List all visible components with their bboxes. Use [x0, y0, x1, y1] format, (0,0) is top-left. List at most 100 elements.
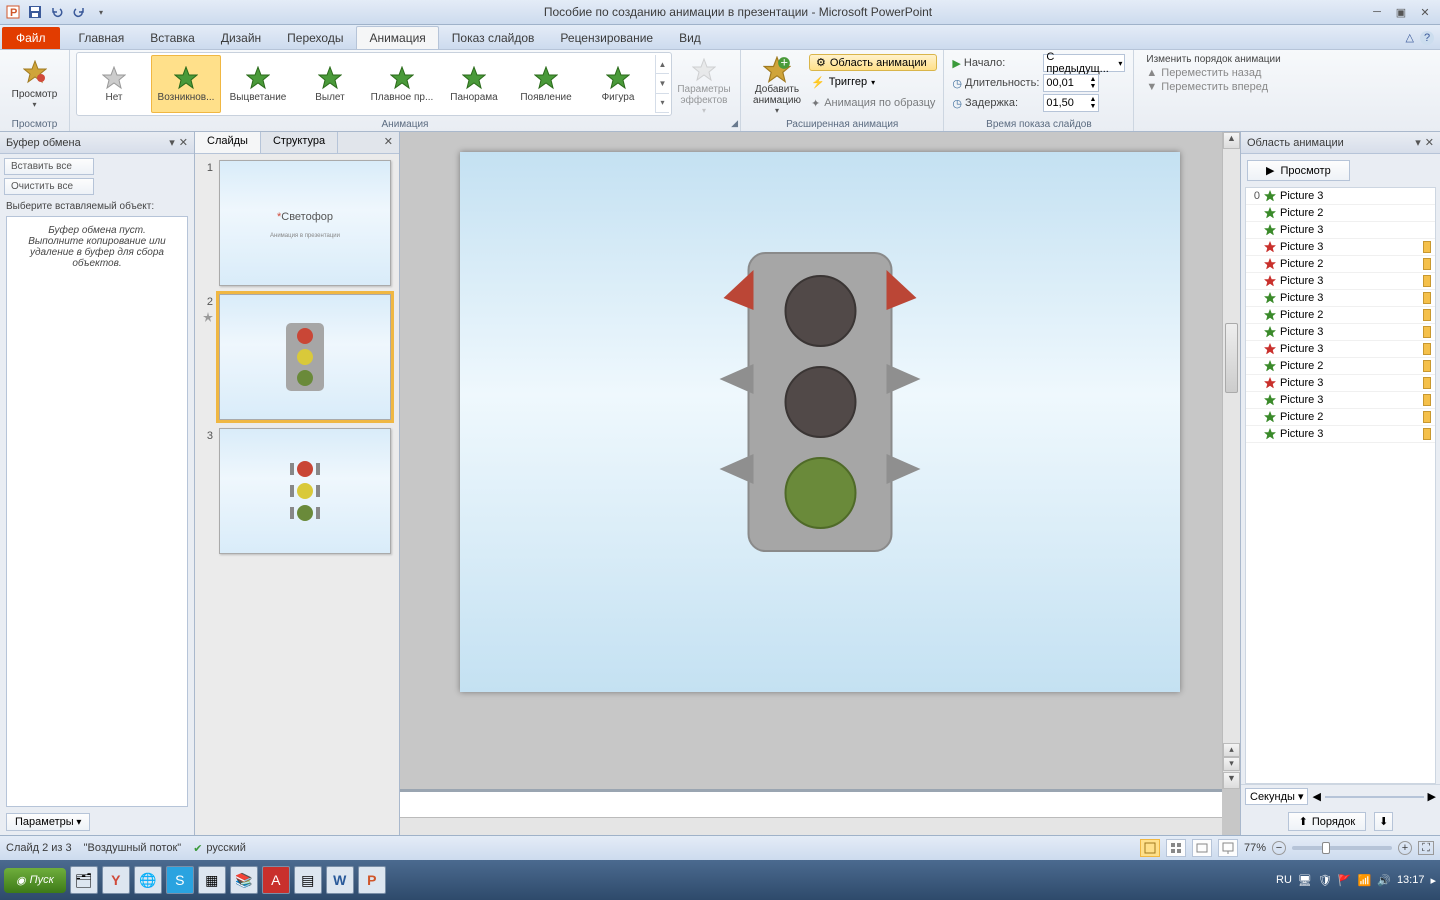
slide-panel-close-icon[interactable]: ✕: [378, 132, 399, 153]
reorder-down-button[interactable]: ⬇: [1374, 812, 1393, 831]
fit-window-icon[interactable]: ⛶: [1418, 841, 1434, 855]
zoom-slider[interactable]: [1292, 846, 1392, 850]
save-icon[interactable]: [26, 3, 44, 21]
normal-view-icon[interactable]: [1140, 839, 1160, 857]
task-chrome-icon[interactable]: 🌐: [134, 866, 162, 894]
animation-painter-button[interactable]: ✦Анимация по образцу: [809, 93, 937, 113]
animation-item[interactable]: Picture 3: [1246, 222, 1435, 239]
notes-pane[interactable]: [400, 789, 1222, 817]
tray-volume-icon[interactable]: 🔊: [1377, 874, 1391, 887]
timeline-right-icon[interactable]: ▶: [1428, 790, 1436, 803]
clear-all-button[interactable]: Очистить все: [4, 178, 94, 195]
tab-review[interactable]: Рецензирование: [547, 26, 666, 49]
pane-close-icon[interactable]: ✕: [179, 136, 188, 149]
app-icon[interactable]: P: [4, 3, 22, 21]
tab-home[interactable]: Главная: [66, 26, 138, 49]
effect-options-button[interactable]: Параметры эффектов ▾: [674, 52, 734, 116]
tray-icon[interactable]: ▸: [1430, 874, 1436, 887]
tab-transitions[interactable]: Переходы: [274, 26, 356, 49]
task-app-icon[interactable]: ▦: [198, 866, 226, 894]
task-acrobat-icon[interactable]: A: [262, 866, 290, 894]
tray-lang[interactable]: RU: [1276, 874, 1292, 886]
tray-icon[interactable]: 🛡: [1318, 874, 1332, 887]
gallery-appear[interactable]: Возникнов...: [151, 55, 221, 113]
task-app2-icon[interactable]: ▤: [294, 866, 322, 894]
slides-tab[interactable]: Слайды: [195, 132, 261, 153]
outline-tab[interactable]: Структура: [261, 132, 338, 153]
move-forward-button[interactable]: ▼Переместить вперед: [1146, 81, 1280, 93]
clipboard-options-button[interactable]: Параметры ▾: [6, 813, 90, 831]
tab-view[interactable]: Вид: [666, 26, 714, 49]
animation-item[interactable]: Picture 3: [1246, 290, 1435, 307]
zoom-knob[interactable]: [1322, 842, 1330, 854]
animation-item[interactable]: Picture 2: [1246, 409, 1435, 426]
gallery-split[interactable]: Панорама: [439, 55, 509, 113]
reorder-up-button[interactable]: ⬆Порядок: [1288, 812, 1367, 831]
gallery-none[interactable]: Нет: [79, 55, 149, 113]
task-word-icon[interactable]: W: [326, 866, 354, 894]
close-icon[interactable]: ✕: [1414, 4, 1436, 20]
move-back-button[interactable]: ▲Переместить назад: [1146, 67, 1280, 79]
timeline-left-icon[interactable]: ◀: [1312, 790, 1320, 803]
tab-insert[interactable]: Вставка: [137, 26, 208, 49]
undo-icon[interactable]: [48, 3, 66, 21]
gallery-floatin[interactable]: Плавное пр...: [367, 55, 437, 113]
preview-button[interactable]: Просмотр ▾: [6, 52, 63, 116]
minimize-ribbon-icon[interactable]: △: [1406, 31, 1414, 45]
add-animation-button[interactable]: + Добавить анимацию ▾: [747, 52, 807, 116]
gallery-flyin[interactable]: Вылет: [295, 55, 365, 113]
start-combo[interactable]: С предыдущ...▾: [1043, 54, 1125, 72]
animation-item[interactable]: Picture 2: [1246, 256, 1435, 273]
canvas-vscroll[interactable]: ▲ ▴ ▾ ▼: [1222, 132, 1240, 789]
zoom-out-icon[interactable]: −: [1272, 841, 1286, 855]
slide-canvas[interactable]: [460, 152, 1180, 692]
animation-item[interactable]: Picture 3: [1246, 426, 1435, 443]
delay-spinner[interactable]: 01,50▲▼: [1043, 94, 1099, 112]
tab-slideshow[interactable]: Показ слайдов: [439, 26, 548, 49]
reading-view-icon[interactable]: [1192, 839, 1212, 857]
tab-design[interactable]: Дизайн: [208, 26, 274, 49]
redo-icon[interactable]: [70, 3, 88, 21]
slide-thumbnail-3[interactable]: [219, 428, 391, 554]
task-skype-icon[interactable]: S: [166, 866, 194, 894]
minimize-icon[interactable]: ─: [1366, 4, 1388, 20]
animation-item[interactable]: Picture 3: [1246, 392, 1435, 409]
animation-launcher-icon[interactable]: ◢: [731, 118, 738, 129]
animation-item[interactable]: Picture 3: [1246, 324, 1435, 341]
animation-item[interactable]: Picture 2: [1246, 205, 1435, 222]
seconds-combo[interactable]: Секунды ▾: [1245, 788, 1308, 805]
next-slide-icon[interactable]: ▾: [1223, 757, 1240, 771]
task-powerpoint-icon[interactable]: P: [358, 866, 386, 894]
zoom-in-icon[interactable]: +: [1398, 841, 1412, 855]
slideshow-view-icon[interactable]: [1218, 839, 1238, 857]
tray-icon[interactable]: 🚩: [1338, 874, 1352, 887]
pane-close-icon[interactable]: ✕: [1425, 136, 1434, 149]
duration-spinner[interactable]: 00,01▲▼: [1043, 74, 1099, 92]
animation-item[interactable]: Picture 3: [1246, 375, 1435, 392]
gallery-scroll[interactable]: ▲▼▾: [655, 55, 669, 113]
scroll-up-icon[interactable]: ▲: [1223, 132, 1240, 149]
sorter-view-icon[interactable]: [1166, 839, 1186, 857]
animation-item[interactable]: 0 Picture 3: [1246, 188, 1435, 205]
task-yandex-icon[interactable]: Y: [102, 866, 130, 894]
qat-dropdown-icon[interactable]: ▾: [92, 3, 110, 21]
gallery-wipe[interactable]: Появление: [511, 55, 581, 113]
scroll-down-icon[interactable]: ▼: [1223, 772, 1240, 789]
prev-slide-icon[interactable]: ▴: [1223, 743, 1240, 757]
slide-thumbnail-2[interactable]: [219, 294, 391, 420]
start-button[interactable]: ◉Пуск: [4, 868, 66, 893]
play-animation-button[interactable]: ▶Просмотр: [1247, 160, 1350, 181]
trigger-button[interactable]: ⚡Триггер ▾: [809, 72, 937, 92]
gallery-shape[interactable]: Фигура: [583, 55, 653, 113]
canvas-scroll[interactable]: [400, 132, 1240, 789]
slide-thumbnail-1[interactable]: *Светофор Анимация в презентации: [219, 160, 391, 286]
paste-all-button[interactable]: Вставить все: [4, 158, 94, 175]
task-explorer-icon[interactable]: 🗂: [70, 866, 98, 894]
tray-icon[interactable]: 📶: [1358, 874, 1372, 887]
zoom-value[interactable]: 77%: [1244, 842, 1266, 854]
animation-item[interactable]: Picture 3: [1246, 341, 1435, 358]
task-winrar-icon[interactable]: 📚: [230, 866, 258, 894]
animation-item[interactable]: Picture 2: [1246, 358, 1435, 375]
canvas-hscroll[interactable]: [400, 817, 1222, 835]
scroll-thumb[interactable]: [1225, 323, 1238, 393]
